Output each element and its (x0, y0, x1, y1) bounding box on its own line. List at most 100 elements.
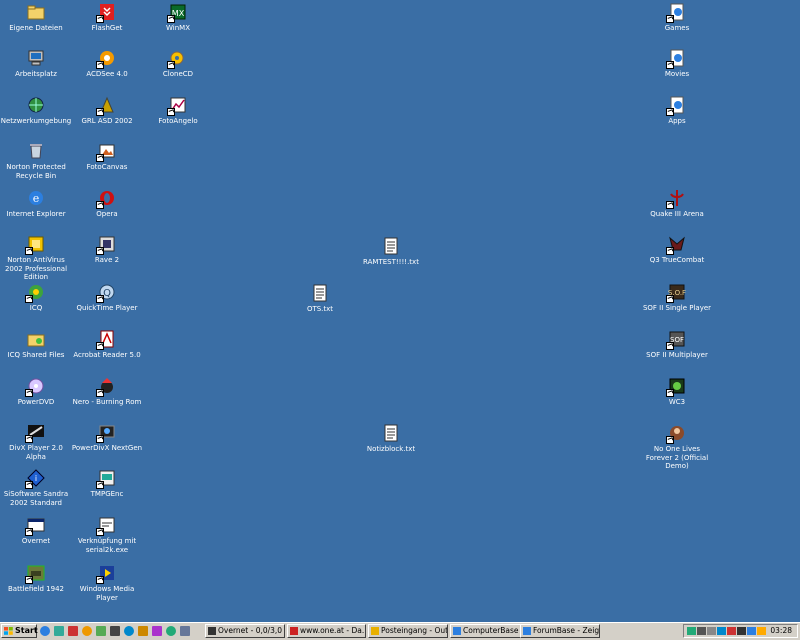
desktop-icon-fotoangelo[interactable]: FotoAngelo (140, 95, 216, 126)
desktop-icon-label: Internet Explorer (6, 210, 66, 218)
desktop-icon-games[interactable]: Games (639, 2, 715, 33)
desktop-icon-label: WC3 (668, 398, 686, 406)
desktop-icon-rave-2[interactable]: Rave 2 (69, 234, 145, 265)
desktop-icon-divx-player-2-0-alpha[interactable]: DivX Player 2.0 Alpha (0, 422, 74, 461)
desktop-icon-label: Opera (96, 210, 118, 218)
quick-launch-winamp-icon[interactable] (96, 626, 106, 636)
task-app-icon (453, 627, 461, 635)
shortcut-arrow-icon (96, 295, 104, 303)
desktop-icon-movies[interactable]: Movies (639, 48, 715, 79)
quick-launch-app-icon[interactable] (180, 626, 190, 636)
sof-icon: S.O.F (666, 282, 687, 303)
desktop-icon-quicktime-player[interactable]: Q QuickTime Player (69, 282, 145, 313)
desktop-icon-acrobat-reader-5-0[interactable]: Acrobat Reader 5.0 (69, 329, 145, 360)
shortcut-arrow-icon (666, 436, 674, 444)
divx-icon (25, 422, 46, 443)
desktop-icon-ramtest-txt[interactable]: RAMTEST!!!!.txt (353, 236, 429, 267)
task-label: www.one.at - Da... (300, 626, 366, 635)
desktop-icon-label: Apps (668, 117, 686, 125)
tray-printer-icon[interactable] (707, 627, 716, 635)
desktop-icon-sisoftware-sandra-2002-standard[interactable]: i SiSoftware Sandra 2002 Standard (0, 468, 74, 507)
quick-launch-drive-icon[interactable] (110, 626, 120, 636)
desktop-icon-overnet[interactable]: Overnet (0, 515, 74, 546)
tray-connection-icon[interactable] (747, 627, 756, 635)
desktop-icon-icq[interactable]: ICQ (0, 282, 74, 313)
desktop-icon-opera[interactable]: Opera (69, 188, 145, 219)
norton-icon (25, 234, 46, 255)
task-app-icon (371, 627, 379, 635)
folder-icon (26, 2, 46, 22)
task-button[interactable]: Posteingang - Out... (368, 624, 448, 638)
desktop-icon-netzwerkumgebung[interactable]: Netzwerkumgebung (0, 95, 74, 126)
tray-antivirus-icon[interactable] (727, 627, 736, 635)
tray-volume-icon[interactable] (717, 627, 726, 635)
desktop-icon-winmx[interactable]: MX WinMX (140, 2, 216, 33)
desktop-icon-sof-ii-single-player[interactable]: S.O.F SOF II Single Player (639, 282, 715, 313)
desktop-icon-norton-protected-recycle-bin[interactable]: Norton Protected Recycle Bin (0, 141, 74, 180)
desktop-icon-windows-media-player[interactable]: Windows Media Player (69, 563, 145, 602)
desktop-icon-norton-antivirus-2002-professional-edition[interactable]: Norton AntiVirus 2002 Professional Editi… (0, 234, 74, 282)
desktop-icon-label: Eigene Dateien (9, 24, 63, 32)
desktop-icon-label: PowerDVD (17, 398, 55, 406)
quick-launch-quicktime-icon[interactable] (166, 626, 176, 636)
desktop-icon-nero-burning-rom[interactable]: Nero - Burning Rom (69, 376, 145, 407)
tray-keyboard-icon[interactable] (737, 627, 746, 635)
task-button[interactable]: Overnet - 0,0/3,0 (205, 624, 285, 638)
desktop-icon-q3-truecombat[interactable]: Q3 TrueCombat (639, 234, 715, 265)
ie-shortcut-icon (666, 95, 687, 116)
tray-messenger-icon[interactable] (757, 627, 766, 635)
desktop-icon-flashget[interactable]: FlashGet (69, 2, 145, 33)
quick-launch-app-icon[interactable] (124, 626, 134, 636)
desktop-icon-icq-shared-files[interactable]: ICQ Shared Files (0, 329, 74, 360)
winmx-icon: MX (167, 2, 188, 23)
desktop-icon-no-one-lives-forever-2-official-demo[interactable]: No One Lives Forever 2 (Official Demo) (639, 423, 715, 471)
desktop-icon-clonecd[interactable]: CloneCD (140, 48, 216, 79)
shortcut-arrow-icon (96, 201, 104, 209)
desktop-icon-sof-ii-multiplayer[interactable]: SOF SOF II Multiplayer (639, 329, 715, 360)
shortcut-arrow-icon (25, 247, 33, 255)
desktop-icon-ots-txt[interactable]: OTS.txt (282, 283, 358, 314)
desktop-icon-quake-iii-arena[interactable]: Quake III Arena (639, 188, 715, 219)
start-label: Start (15, 626, 38, 635)
shortcut-arrow-icon (666, 201, 674, 209)
task-button[interactable]: www.one.at - Da... (287, 624, 366, 638)
desktop-icon-acdsee-4-0[interactable]: ACDSee 4.0 (69, 48, 145, 79)
desktop-icon-powerdivx-nextgen[interactable]: PowerDivX NextGen (69, 422, 145, 453)
desktop-icon-label: SOF II Single Player (642, 304, 712, 312)
shortcut-arrow-icon (96, 435, 104, 443)
desktop-icon-notizblock-txt[interactable]: Notizblock.txt (353, 423, 429, 454)
task-button[interactable]: ForumBase - Zeigt... (520, 624, 600, 638)
tray-monitor-icon[interactable] (697, 627, 706, 635)
desktop-icon-label: Rave 2 (94, 256, 120, 264)
ie-shortcut-icon (666, 2, 687, 23)
desktop-icon-powerdvd[interactable]: PowerDVD (0, 376, 74, 407)
flashget-icon (96, 2, 117, 23)
desktop-icon-wc3[interactable]: WC3 (639, 376, 715, 407)
desktop-icon-label: Games (664, 24, 690, 32)
desktop-icon-battlefield-1942[interactable]: Battlefield 1942 (0, 563, 74, 594)
desktop-icon-arbeitsplatz[interactable]: Arbeitsplatz (0, 48, 74, 79)
shortcut-arrow-icon (666, 61, 674, 69)
desktop-icon-eigene-dateien[interactable]: Eigene Dateien (0, 2, 74, 33)
start-button[interactable]: Start (1, 624, 38, 638)
shortcut-arrow-icon (96, 108, 104, 116)
quick-launch-opera-icon[interactable] (138, 626, 148, 636)
quick-launch-show-desktop-icon[interactable] (40, 626, 50, 636)
quick-launch-mail-icon[interactable] (68, 626, 78, 636)
network-icon (26, 95, 46, 115)
quick-launch-ie-icon[interactable] (54, 626, 64, 636)
shortcut-arrow-icon (666, 389, 674, 397)
desktop-icon-fotocanvas[interactable]: FotoCanvas (69, 141, 145, 172)
quick-launch-media-icon[interactable] (82, 626, 92, 636)
clock: 03:28 (770, 626, 792, 635)
task-button[interactable]: ComputerBase - N... (450, 624, 530, 638)
acdsee-icon (96, 48, 117, 69)
desktop-icon-internet-explorer[interactable]: e Internet Explorer (0, 188, 74, 219)
desktop-icon-apps[interactable]: Apps (639, 95, 715, 126)
desktop-icon-verkn-pfung-mit-serial2k-exe[interactable]: Verknüpfung mit serial2k.exe (69, 515, 145, 554)
tray-network-icon[interactable] (687, 627, 696, 635)
desktop-icon-grl-asd-2002[interactable]: GRL ASD 2002 (69, 95, 145, 126)
desktop-icon-label: No One Lives Forever 2 (Official Demo) (645, 445, 709, 470)
desktop-icon-tmpgenc[interactable]: TMPGEnc (69, 468, 145, 499)
quick-launch-icq-icon[interactable] (152, 626, 162, 636)
